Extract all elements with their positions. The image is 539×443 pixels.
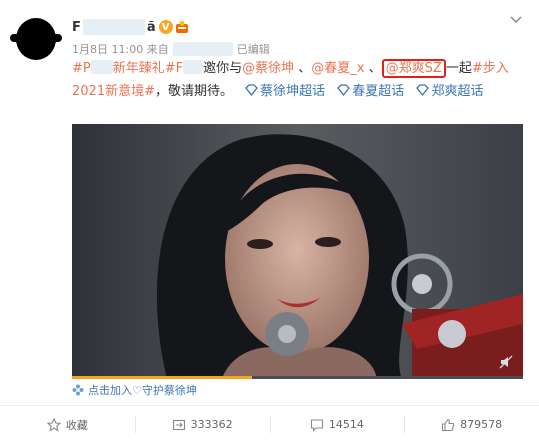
star-icon — [46, 417, 61, 432]
avatar[interactable] — [8, 16, 64, 62]
super-topic-chunxia[interactable]: 春夏超话 — [337, 84, 404, 99]
super-topic-caixukun[interactable]: 蔡徐坤超话 — [245, 84, 325, 99]
redacted-author-name — [82, 19, 145, 35]
author-name-suffix[interactable]: ã — [147, 20, 156, 35]
edited-label[interactable]: 已编辑 — [237, 41, 270, 57]
author-row: F ã V — [72, 17, 189, 37]
fan-join-label: 点击加入♡守护蔡徐坤 — [88, 384, 197, 397]
like-button[interactable]: 879578 — [404, 406, 539, 443]
separator: 、 — [298, 61, 312, 76]
comment-icon — [310, 418, 323, 432]
weibo-post-card: F ã V 1月8日 11:00 来自 已编辑 #P 新年臻礼#F 邀你与@蔡徐坤 … — [0, 0, 539, 443]
verified-badge-icon: V — [158, 20, 173, 34]
thumbs-up-icon — [442, 418, 455, 431]
chevron-down-icon[interactable] — [509, 12, 523, 26]
video-player[interactable] — [72, 124, 523, 379]
diamond-icon — [337, 84, 351, 96]
video-frame — [72, 124, 523, 379]
video-progress-fill — [72, 376, 253, 379]
repost-count: 333362 — [190, 418, 233, 431]
topic-link[interactable]: #P 新年臻礼#F — [72, 60, 204, 76]
comment-button[interactable]: 14514 — [269, 406, 405, 443]
favorite-button[interactable]: 收藏 — [0, 406, 135, 443]
post-time[interactable]: 1月8日 11:00 来自 — [72, 41, 169, 57]
repost-button[interactable]: 333362 — [134, 406, 270, 443]
separator: 、 — [368, 61, 382, 76]
flower-icon — [72, 384, 84, 396]
repost-icon — [172, 419, 185, 430]
super-topic-zhengshuang[interactable]: 郑爽超话 — [416, 84, 483, 99]
author-name-prefix[interactable]: F — [72, 20, 81, 35]
muted-speaker-icon[interactable] — [499, 355, 513, 369]
vip-icon — [175, 21, 188, 33]
post-text: #P 新年臻礼#F 邀你与@蔡徐坤 、@春夏_x 、 @郑爽SZ 一起#步入2021新意… — [72, 57, 524, 103]
mention-zhengshuang-highlighted[interactable]: @郑爽SZ — [381, 59, 446, 78]
redacted-source — [172, 42, 233, 56]
invite-text: 邀你与 — [203, 61, 243, 76]
together-text: 一起 — [445, 61, 472, 76]
fan-join-link[interactable]: 点击加入♡守护蔡徐坤 — [72, 382, 197, 398]
diamond-icon — [416, 84, 430, 96]
mention-chunxia[interactable]: @春夏_x — [311, 61, 364, 76]
post-meta: 1月8日 11:00 来自 已编辑 — [72, 41, 270, 57]
diamond-icon — [245, 84, 259, 96]
closing-text: ，敬请期待。 — [154, 84, 233, 99]
favorite-label: 收藏 — [65, 418, 88, 432]
action-bar: 收藏 333362 14514 879578 — [0, 406, 539, 443]
like-count: 879578 — [460, 418, 503, 431]
mention-caixukun[interactable]: @蔡徐坤 — [242, 61, 294, 76]
comment-count: 14514 — [328, 418, 364, 431]
